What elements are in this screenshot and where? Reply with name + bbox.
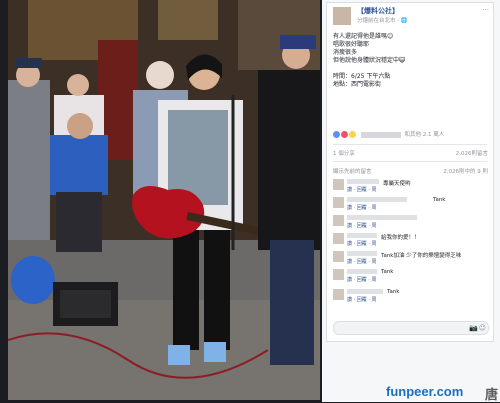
blurred-commenter-name[interactable]: [347, 197, 407, 202]
comment-item: Tank 讚 · 回覆 · 周: [333, 289, 488, 303]
comment-input[interactable]: 📷 ☺: [333, 321, 489, 335]
comment-actions[interactable]: 讚 · 回覆 · 周: [347, 204, 377, 211]
love-reaction-icon: [341, 131, 348, 138]
post-menu-icon[interactable]: ···: [482, 6, 489, 14]
blurred-commenter-name[interactable]: [347, 179, 379, 184]
commenter-avatar[interactable]: [333, 197, 344, 208]
watermark-char: 唐: [484, 388, 498, 403]
facebook-post-panel: 【爆料公社】 分鐘前在台北市 · 🌐 ··· 有人還記得他是誰嗎😊 唱歌很好聽耶…: [322, 0, 500, 402]
show-previous-comments-link[interactable]: 顯示先前的留言: [333, 169, 372, 175]
comment-text: Tank: [381, 269, 394, 275]
comment-item: 讚 · 回覆 · 周: [333, 215, 488, 229]
share-count[interactable]: 1 個分享: [333, 151, 355, 157]
commenter-avatar[interactable]: [333, 233, 344, 244]
commenter-avatar[interactable]: [333, 289, 344, 300]
watermark-text: funpeer.com: [386, 384, 464, 399]
reactions-count: 和其他 2.1 萬人: [404, 132, 445, 138]
commenter-avatar[interactable]: [333, 215, 344, 226]
comment-item: Tank 讚 · 回覆 · 周: [333, 269, 488, 283]
street-performer-photo: [8, 0, 320, 400]
comment-text: 給我你的愛！！: [381, 235, 420, 241]
post-line-location: 地點：西門電影街: [333, 81, 382, 88]
comment-text: Tank加油 少了你的樂壇變得乏味: [381, 253, 462, 259]
comment-actions[interactable]: 讚 · 回覆 · 周: [347, 240, 377, 247]
post-line: 消瘦很多: [333, 49, 358, 56]
page-avatar[interactable]: [333, 7, 351, 25]
blurred-commenter-name[interactable]: [347, 289, 383, 294]
blurred-commenter-name[interactable]: [347, 233, 377, 238]
blurred-commenter-name[interactable]: [347, 269, 377, 274]
commenter-avatar[interactable]: [333, 251, 344, 262]
comment-text: 專屬天使哟: [383, 181, 411, 187]
post-line: 但他說他身體狀況穩定中😺: [333, 57, 406, 64]
post-body: 有人還記得他是誰嗎😊 唱歌很好聽耶 消瘦很多 但他說他身體狀況穩定中😺 時間：6…: [333, 33, 405, 89]
post-line-time: 時間：6/25 下午六點: [333, 73, 391, 80]
post-line: 唱歌很好聽耶: [333, 41, 370, 48]
comment-actions[interactable]: 讚 · 回覆 · 周: [347, 296, 377, 303]
post-card: 【爆料公社】 分鐘前在台北市 · 🌐 ··· 有人還記得他是誰嗎😊 唱歌很好聽耶…: [326, 2, 494, 342]
comment-actions[interactable]: 讚 · 回覆 · 周: [347, 276, 377, 283]
comments-shown-count: 2,026則中的 9 則: [443, 169, 488, 175]
reactions-row[interactable]: 和其他 2.1 萬人: [333, 130, 488, 140]
divider: [333, 161, 487, 162]
haha-reaction-icon: [349, 131, 356, 138]
comment-total[interactable]: 2,026則留言: [456, 149, 488, 157]
blurred-commenter-name[interactable]: [347, 251, 377, 256]
post-line: [333, 65, 405, 73]
comment-text: Tank: [387, 289, 400, 295]
screenshot-frame: 【爆料公社】 分鐘前在台北市 · 🌐 ··· 有人還記得他是誰嗎😊 唱歌很好聽耶…: [0, 0, 500, 403]
share-row: 1 個分享 2,026則留言: [333, 149, 488, 157]
camera-icon[interactable]: 📷: [469, 324, 478, 332]
photo-illustration: [8, 0, 320, 400]
blurred-commenter-name[interactable]: [347, 215, 417, 220]
like-reaction-icon: [333, 131, 340, 138]
post-line: 有人還記得他是誰嗎😊: [333, 33, 394, 40]
comment-item: Tank加油 少了你的樂壇變得乏味 讚 · 回覆 · 周: [333, 251, 488, 265]
page-name[interactable]: 【爆料公社】: [357, 6, 399, 16]
comment-text: Tank: [433, 197, 446, 203]
comment-item: Tank 讚 · 回覆 · 周: [333, 197, 488, 211]
emoji-icon[interactable]: ☺: [479, 324, 486, 332]
divider: [333, 144, 487, 145]
comment-actions[interactable]: 讚 · 回覆 · 周: [347, 186, 377, 193]
comments-header: 顯示先前的留言 2,026則中的 9 則: [333, 167, 488, 175]
comment-actions[interactable]: 讚 · 回覆 · 周: [347, 258, 377, 265]
blurred-user-name: [360, 131, 401, 138]
commenter-avatar[interactable]: [333, 179, 344, 190]
comment-actions[interactable]: 讚 · 回覆 · 周: [347, 222, 377, 229]
site-watermark: funpeer.com 唐: [380, 381, 500, 403]
commenter-avatar[interactable]: [333, 269, 344, 280]
comment-item: 給我你的愛！！ 讚 · 回覆 · 周: [333, 233, 488, 247]
comment-item: 專屬天使哟 讚 · 回覆 · 周: [333, 179, 488, 193]
post-meta: 分鐘前在台北市 · 🌐: [357, 18, 408, 24]
